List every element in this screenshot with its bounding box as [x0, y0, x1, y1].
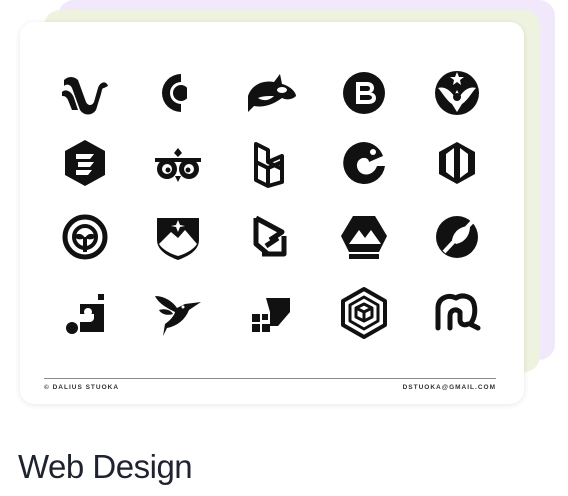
designer-email: DSTUOKA@GMAIL.COM — [402, 384, 496, 391]
category-title[interactable]: Web Design — [18, 448, 193, 486]
mountain-hexagon-logo-icon — [337, 210, 391, 264]
elephant-logo-icon — [430, 286, 484, 340]
cube-hexagon-logo-icon — [337, 286, 391, 340]
leaf-circle-logo-icon — [58, 210, 112, 264]
logo-grid — [20, 22, 524, 362]
mountain-shield-logo-icon — [151, 210, 205, 264]
card-footer-divider — [44, 378, 496, 379]
phoenix-logo-icon — [430, 66, 484, 120]
dot-square-logo-icon — [58, 286, 112, 340]
chameleon-logo-icon — [337, 136, 391, 190]
hexagon-s-logo-icon — [58, 136, 112, 190]
hummingbird-logo-icon — [151, 286, 205, 340]
letter-b-circle-logo-icon — [337, 66, 391, 120]
orca-logo-icon — [244, 66, 298, 120]
triangle-loop-logo-icon — [244, 210, 298, 264]
swan-logo-icon — [58, 66, 112, 120]
leaf-slash-circle-logo-icon — [430, 210, 484, 264]
owl-eyes-logo-icon — [151, 136, 205, 190]
crescent-c-logo-icon — [151, 66, 205, 120]
logo-collection-card[interactable]: © DALIUS STUOKA DSTUOKA@GMAIL.COM — [20, 22, 524, 404]
hexagon-split-logo-icon — [430, 136, 484, 190]
designer-credit: © DALIUS STUOKA — [44, 384, 120, 391]
isometric-b-logo-icon — [244, 136, 298, 190]
pixel-arrow-logo-icon — [244, 286, 298, 340]
